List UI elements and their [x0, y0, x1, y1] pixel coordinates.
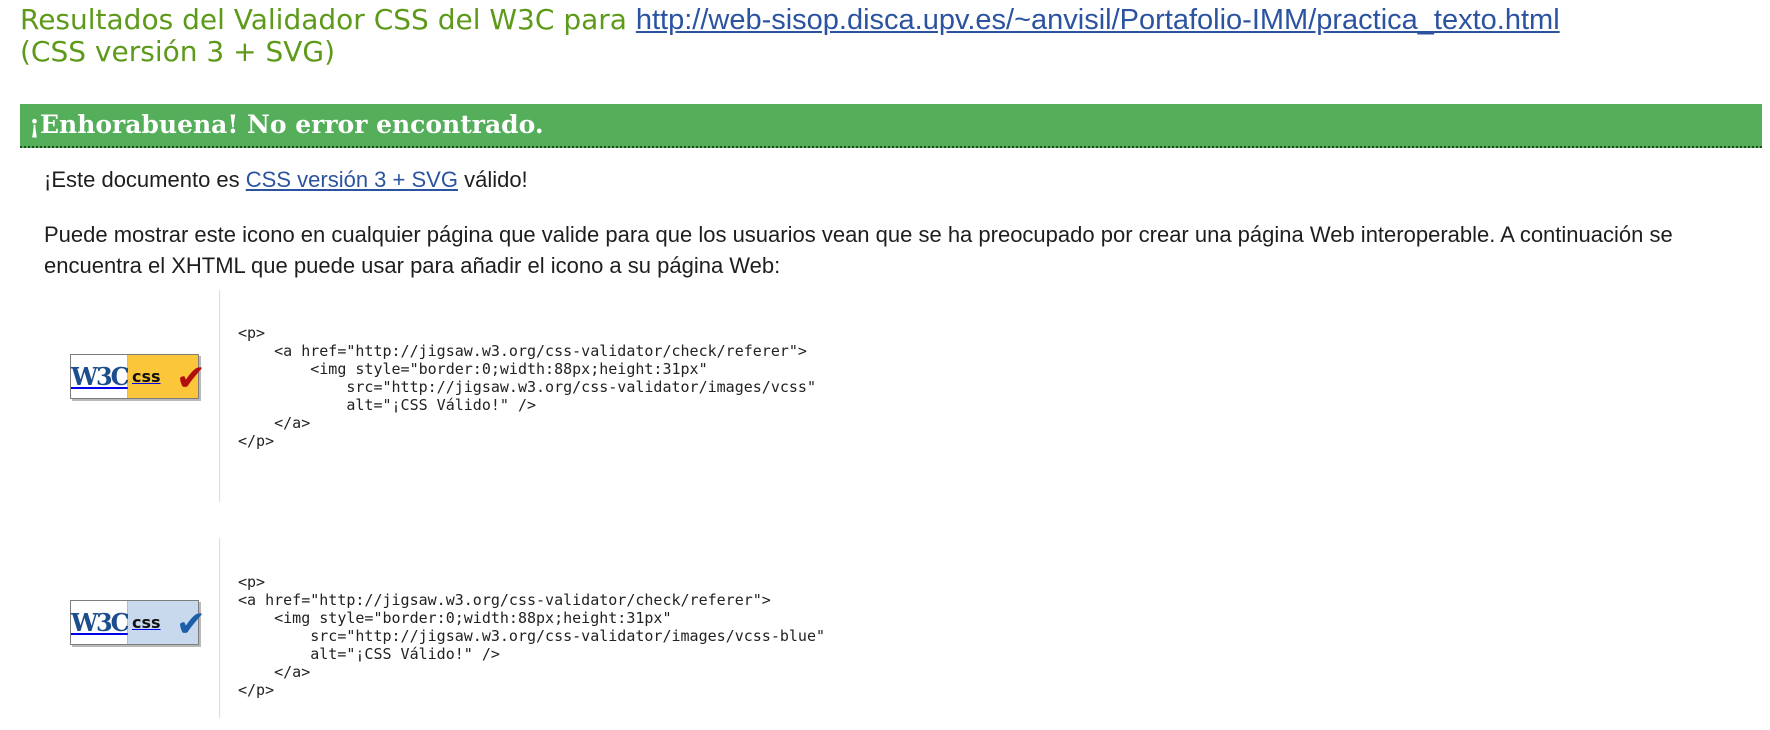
title-prefix: Resultados del Validador CSS del W3C par…	[20, 3, 627, 36]
icon-instructions: Puede mostrar este icono en cualquier pá…	[44, 222, 1673, 278]
css-profile-link[interactable]: CSS versión 3 + SVG	[246, 167, 458, 192]
css-badge-label: css ✔	[128, 355, 206, 398]
checkmark-icon: ✔	[175, 604, 206, 645]
code-snippet-text: <p> <a href="http://jigsaw.w3.org/css-va…	[238, 324, 816, 450]
css-profile-label: (CSS versión 3 + SVG)	[20, 35, 335, 68]
valid-document-message: ¡Este documento es CSS versión 3 + SVG v…	[44, 164, 528, 195]
page-title: Resultados del Validador CSS del W3C par…	[20, 4, 1560, 67]
valid-message-prefix: ¡Este documento es	[44, 167, 240, 192]
blue-badge-code-snippet: <p> <a href="http://jigsaw.w3.org/css-va…	[219, 538, 920, 718]
validated-url-link[interactable]: http://web-sisop.disca.upv.es/~anvisil/P…	[636, 4, 1560, 36]
checkmark-icon: ✔	[175, 358, 206, 399]
w3c-css-valid-blue-badge-icon[interactable]: W3C css ✔	[70, 600, 206, 645]
valid-message-suffix: válido!	[464, 167, 528, 192]
w3c-css-valid-gold-badge-icon[interactable]: W3C css ✔	[70, 354, 206, 399]
validator-results-page: Resultados del Validador CSS del W3C par…	[0, 0, 1770, 730]
w3c-logo-text: W3C	[71, 355, 130, 398]
css-badge-label: css ✔	[128, 601, 206, 644]
gold-badge-code-snippet: <p> <a href="http://jigsaw.w3.org/css-va…	[219, 290, 920, 502]
code-snippet-text: <p> <a href="http://jigsaw.w3.org/css-va…	[238, 573, 825, 699]
w3c-logo-text: W3C	[71, 601, 130, 644]
success-banner: ¡Enhorabuena! No error encontrado.	[20, 104, 1762, 148]
